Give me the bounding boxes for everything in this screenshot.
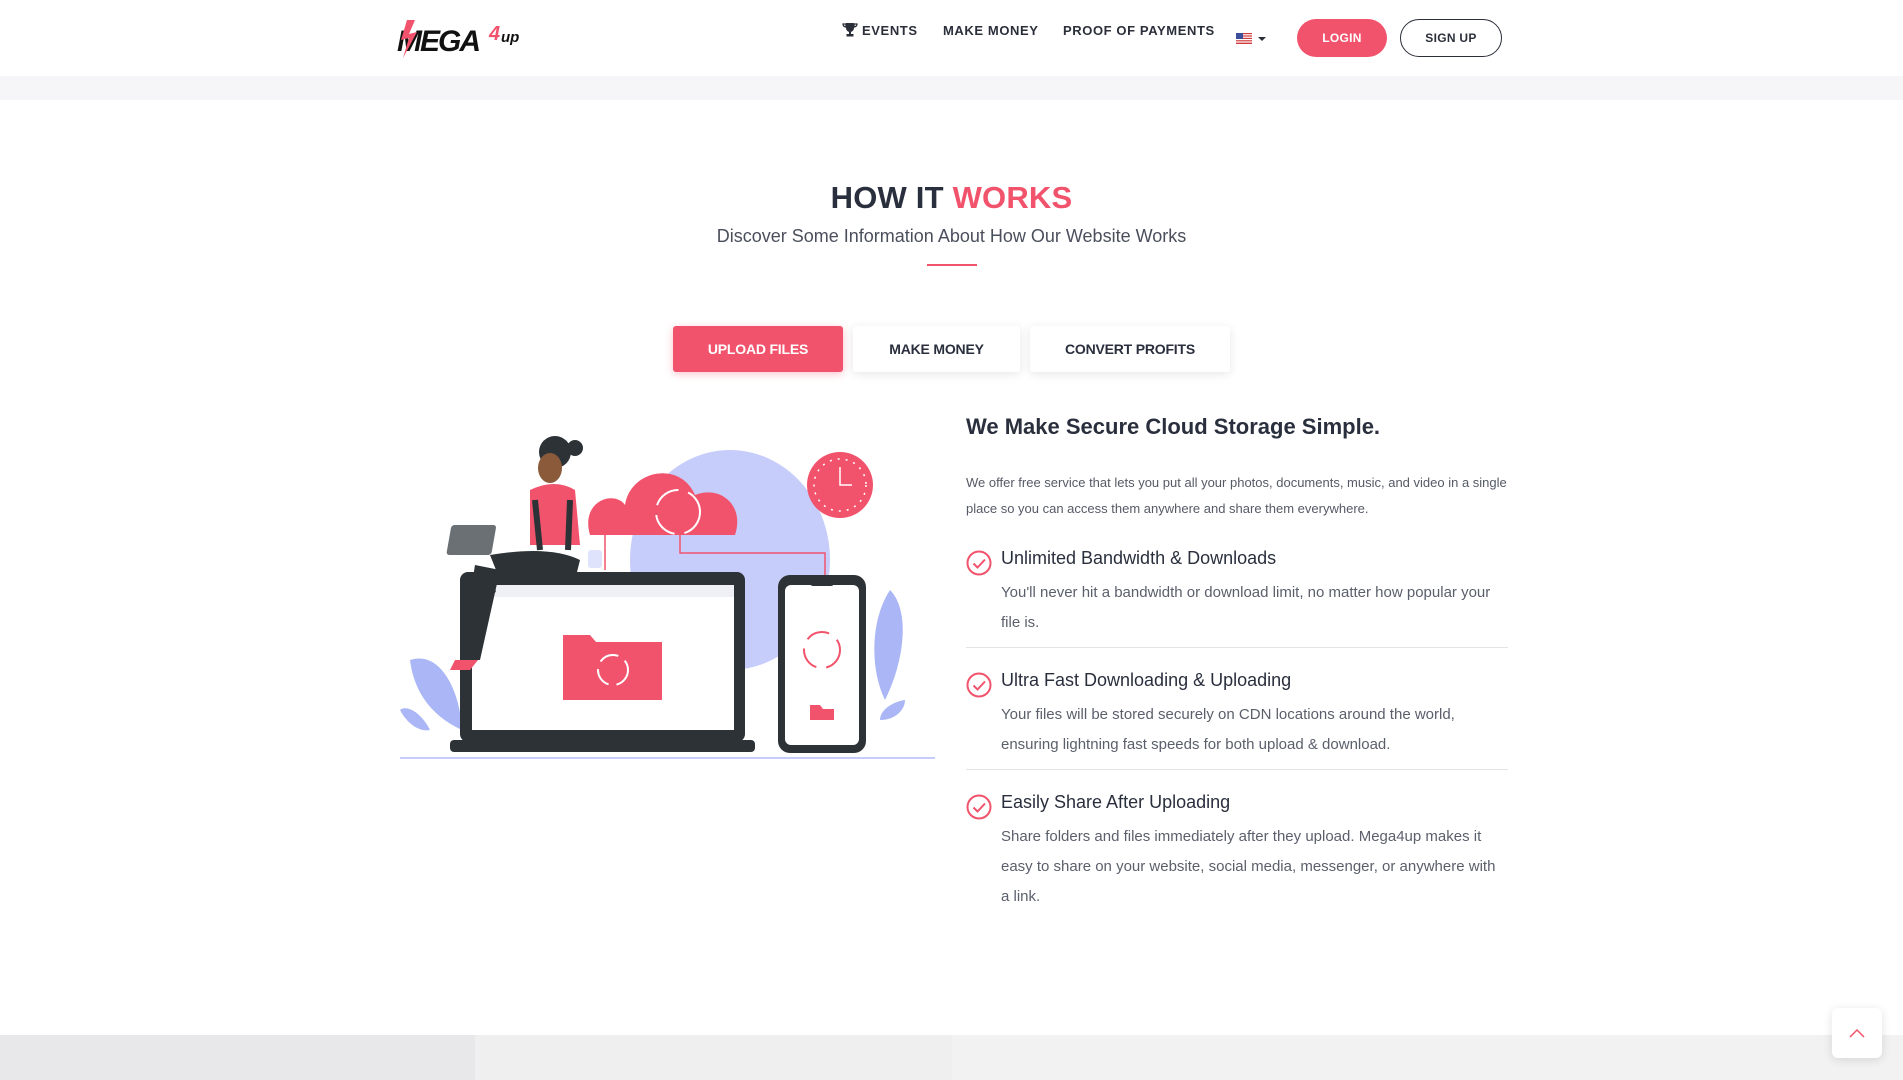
feature-divider (966, 647, 1508, 648)
feature-divider (966, 769, 1508, 770)
feature-text: Your files will be stored securely on CD… (1001, 706, 1455, 753)
trophy-icon (842, 23, 858, 37)
tab-convert-profits[interactable]: CONVERT PROFITS (1030, 326, 1230, 372)
site-header: MEGA 4 up EVENTS MAKE MONEY PROOF OF PAY… (0, 0, 1903, 76)
section-title: HOW IT WORKS (0, 180, 1903, 216)
language-caret-icon[interactable] (1258, 37, 1266, 41)
feature-title: Easily Share After Uploading (1001, 792, 1231, 812)
scroll-to-top-button[interactable] (1832, 1008, 1882, 1058)
section-title-accent: WORKS (952, 180, 1073, 215)
footer-strip (0, 1035, 1903, 1080)
signup-button[interactable]: SIGN UP (1400, 19, 1502, 57)
login-button[interactable]: LOGIN (1297, 19, 1387, 57)
feature-title: Unlimited Bandwidth & Downloads (1001, 548, 1277, 568)
title-underline (927, 264, 977, 266)
svg-text:4: 4 (488, 23, 500, 45)
us-flag-icon[interactable] (1236, 33, 1252, 44)
footer-panel (475, 1035, 952, 1080)
feature-item: Easily Share After Uploading Share folde… (966, 788, 1508, 908)
nav-proof-of-payments[interactable]: PROOF OF PAYMENTS (1063, 23, 1215, 38)
content-title: We Make Secure Cloud Storage Simple. (966, 414, 1381, 439)
feature-item: Unlimited Bandwidth & Downloads You'll n… (966, 544, 1508, 634)
footer-panel (0, 1035, 475, 1080)
feature-item: Ultra Fast Downloading & Uploading Your … (966, 666, 1508, 756)
tab-upload-files[interactable]: UPLOAD FILES (673, 326, 843, 372)
cloud-storage-illustration (400, 436, 935, 759)
feature-text: Share folders and files immediately afte… (1001, 828, 1496, 905)
chevron-up-icon (1849, 1028, 1865, 1038)
content-description: We offer free service that lets you put … (966, 475, 1507, 516)
nav-make-money[interactable]: MAKE MONEY (943, 23, 1039, 38)
check-circle-icon (966, 672, 992, 698)
section-title-main: HOW IT (830, 180, 944, 215)
check-circle-icon (966, 794, 992, 820)
header-strip (0, 76, 1903, 100)
check-circle-icon (966, 550, 992, 576)
tab-make-money[interactable]: MAKE MONEY (853, 326, 1020, 372)
nav-events-label: EVENTS (862, 23, 918, 38)
nav-events[interactable]: EVENTS (842, 22, 918, 38)
feature-title: Ultra Fast Downloading & Uploading (1001, 670, 1292, 690)
footer-panel (952, 1035, 1903, 1080)
svg-text:up: up (501, 29, 519, 46)
section-subtitle: Discover Some Information About How Our … (716, 226, 1187, 246)
feature-text: You'll never hit a bandwidth or download… (1001, 584, 1491, 631)
mega4up-logo[interactable]: MEGA 4 up (397, 18, 527, 58)
